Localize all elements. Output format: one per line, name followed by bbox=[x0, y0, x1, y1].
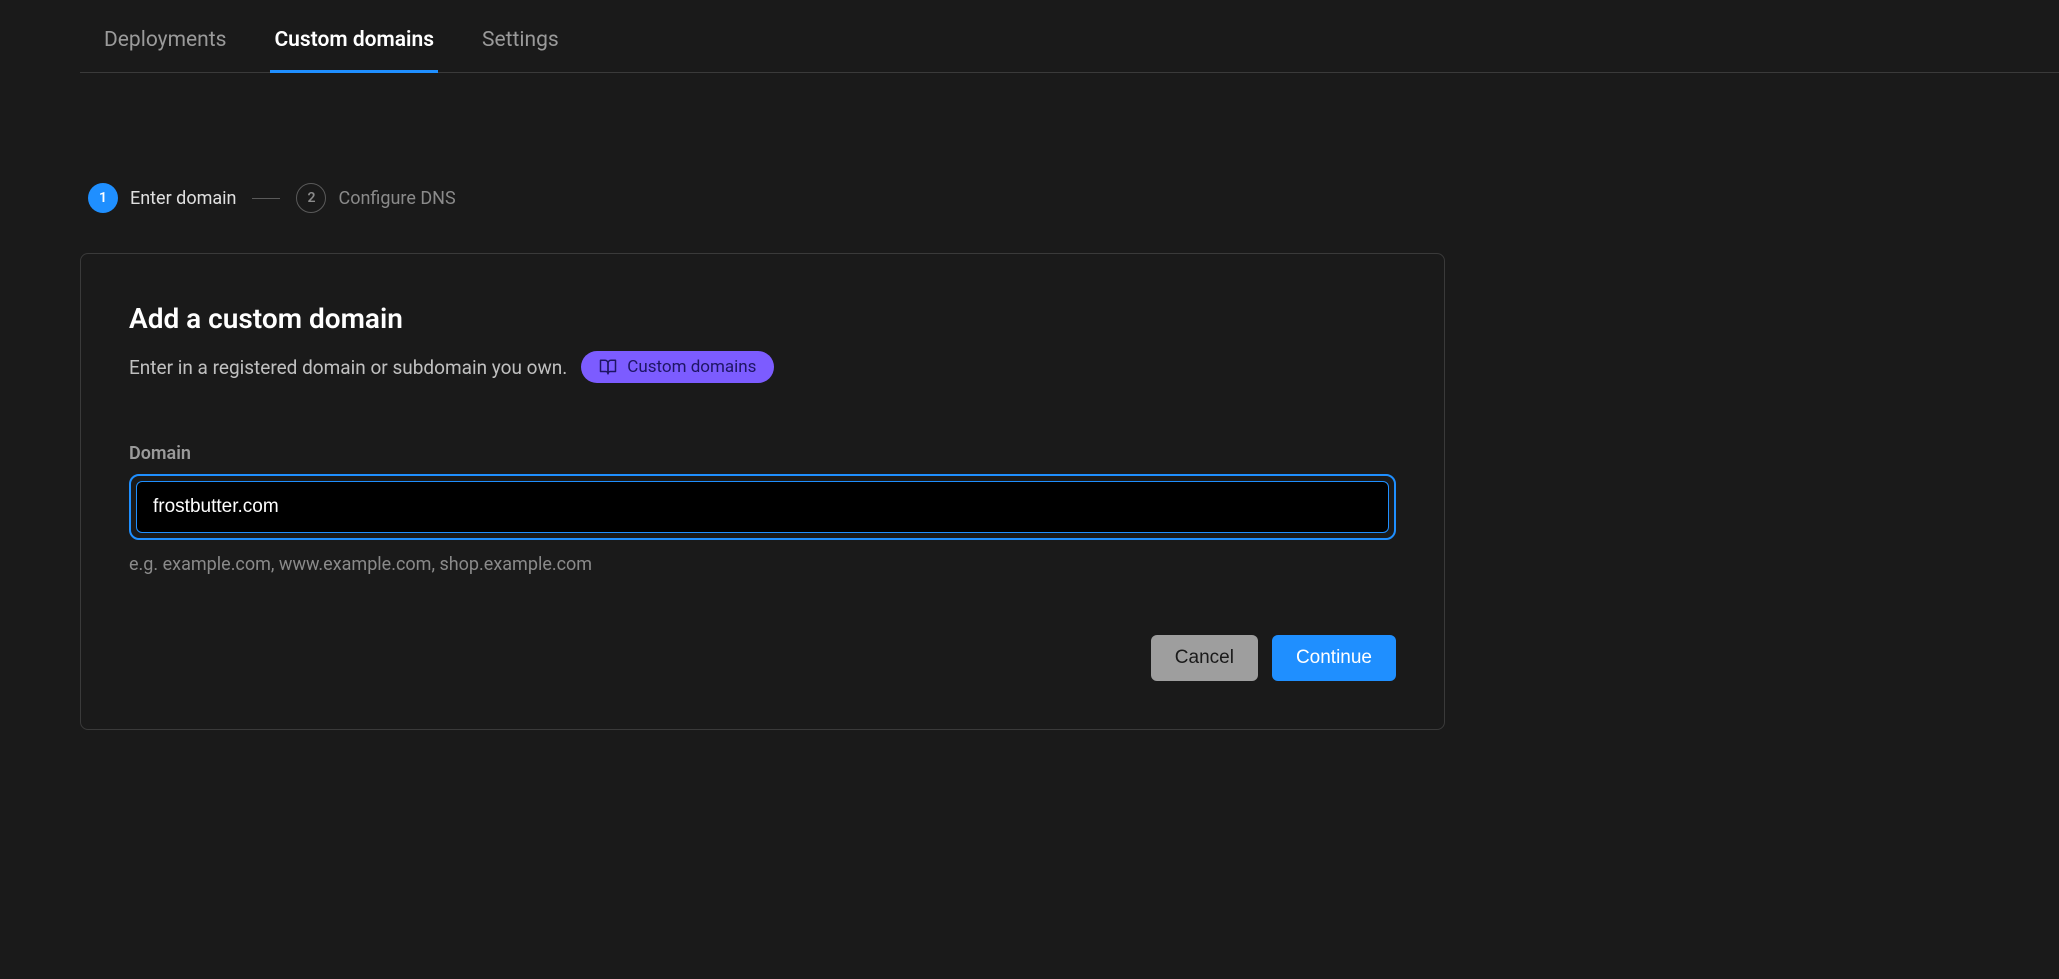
step-label-2: Configure DNS bbox=[338, 188, 455, 209]
tab-custom-domains[interactable]: Custom domains bbox=[270, 20, 438, 73]
tab-settings[interactable]: Settings bbox=[478, 20, 563, 73]
step-label-1: Enter domain bbox=[130, 188, 236, 209]
continue-button[interactable]: Continue bbox=[1272, 635, 1396, 681]
card-subtitle: Enter in a registered domain or subdomai… bbox=[129, 356, 567, 379]
card-actions: Cancel Continue bbox=[129, 635, 1396, 681]
step-number-2: 2 bbox=[296, 183, 326, 213]
domain-input[interactable] bbox=[136, 481, 1389, 533]
book-icon bbox=[599, 358, 617, 376]
add-domain-card: Add a custom domain Enter in a registere… bbox=[80, 253, 1445, 730]
step-connector bbox=[252, 198, 280, 199]
card-subtitle-row: Enter in a registered domain or subdomai… bbox=[129, 351, 1396, 383]
domain-label: Domain bbox=[129, 443, 1396, 464]
stepper: 1 Enter domain 2 Configure DNS bbox=[88, 183, 2059, 213]
domain-hint: e.g. example.com, www.example.com, shop.… bbox=[129, 554, 1396, 575]
custom-domains-badge[interactable]: Custom domains bbox=[581, 351, 774, 383]
domain-input-wrapper bbox=[129, 474, 1396, 540]
card-title: Add a custom domain bbox=[129, 302, 1396, 335]
step-number-1: 1 bbox=[88, 183, 118, 213]
step-enter-domain: 1 Enter domain bbox=[88, 183, 236, 213]
domain-field-group: Domain e.g. example.com, www.example.com… bbox=[129, 443, 1396, 575]
step-configure-dns: 2 Configure DNS bbox=[296, 183, 455, 213]
cancel-button[interactable]: Cancel bbox=[1151, 635, 1258, 681]
tab-deployments[interactable]: Deployments bbox=[100, 20, 230, 73]
badge-label: Custom domains bbox=[627, 357, 756, 377]
tab-bar: Deployments Custom domains Settings bbox=[80, 0, 2059, 73]
